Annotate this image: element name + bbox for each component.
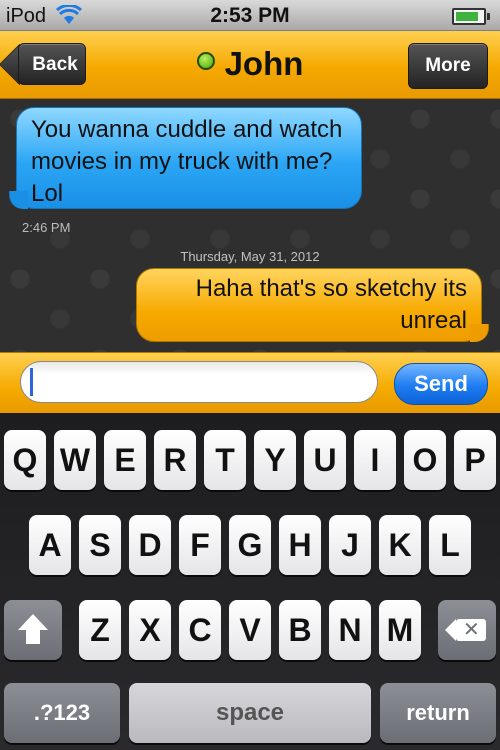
outgoing-message-text: Haha that's so sketchy its unreal: [195, 275, 467, 334]
key-f[interactable]: F: [179, 515, 221, 575]
key-j[interactable]: J: [329, 515, 371, 575]
nav-bar: Back John More: [0, 31, 500, 99]
number-mode-key[interactable]: .?123: [4, 683, 120, 743]
send-button[interactable]: Send: [394, 363, 488, 405]
key-l[interactable]: L: [429, 515, 471, 575]
key-i[interactable]: I: [354, 430, 396, 490]
incoming-message-text: You wanna cuddle and watch movies in my …: [31, 116, 343, 207]
key-q[interactable]: Q: [4, 430, 46, 490]
key-v[interactable]: V: [229, 600, 271, 660]
message-thread[interactable]: You wanna cuddle and watch movies in my …: [0, 99, 500, 352]
outgoing-message: Haha that's so sketchy its unreal: [136, 268, 489, 342]
key-w[interactable]: W: [54, 430, 96, 490]
key-s[interactable]: S: [79, 515, 121, 575]
text-cursor: [30, 368, 33, 396]
message-timestamp: 2:46 PM: [22, 220, 71, 235]
date-separator: Thursday, May 31, 2012: [180, 249, 320, 264]
key-z[interactable]: Z: [79, 600, 121, 660]
key-b[interactable]: B: [279, 600, 321, 660]
key-a[interactable]: A: [29, 515, 71, 575]
more-button[interactable]: More: [408, 43, 488, 89]
key-k[interactable]: K: [379, 515, 421, 575]
keyboard: Q W E R T Y U I O P A S D F G H J K L Z …: [0, 413, 500, 750]
key-d[interactable]: D: [129, 515, 171, 575]
delete-key[interactable]: ✕: [438, 600, 496, 660]
key-y[interactable]: Y: [254, 430, 296, 490]
key-x[interactable]: X: [129, 600, 171, 660]
key-g[interactable]: G: [229, 515, 271, 575]
return-key[interactable]: return: [380, 683, 496, 743]
status-bar: iPod 2:53 PM: [0, 0, 500, 31]
online-status-icon: [196, 52, 215, 70]
compose-bar: Send: [0, 352, 500, 413]
key-n[interactable]: N: [329, 600, 371, 660]
key-h[interactable]: H: [279, 515, 321, 575]
key-p[interactable]: P: [454, 430, 496, 490]
space-key[interactable]: space: [129, 683, 371, 743]
key-c[interactable]: C: [179, 600, 221, 660]
key-m[interactable]: M: [379, 600, 421, 660]
contact-name: John: [224, 45, 304, 82]
status-time: 2:53 PM: [210, 4, 290, 27]
back-button[interactable]: Back: [18, 43, 86, 85]
key-e[interactable]: E: [104, 430, 146, 490]
key-u[interactable]: U: [304, 430, 346, 490]
message-input[interactable]: [20, 361, 378, 403]
battery-icon: [452, 8, 490, 25]
key-o[interactable]: O: [404, 430, 446, 490]
incoming-message: You wanna cuddle and watch movies in my …: [9, 107, 362, 209]
shift-key[interactable]: [4, 600, 62, 660]
shift-arrow-icon: [18, 614, 48, 630]
key-r[interactable]: R: [154, 430, 196, 490]
key-t[interactable]: T: [204, 430, 246, 490]
